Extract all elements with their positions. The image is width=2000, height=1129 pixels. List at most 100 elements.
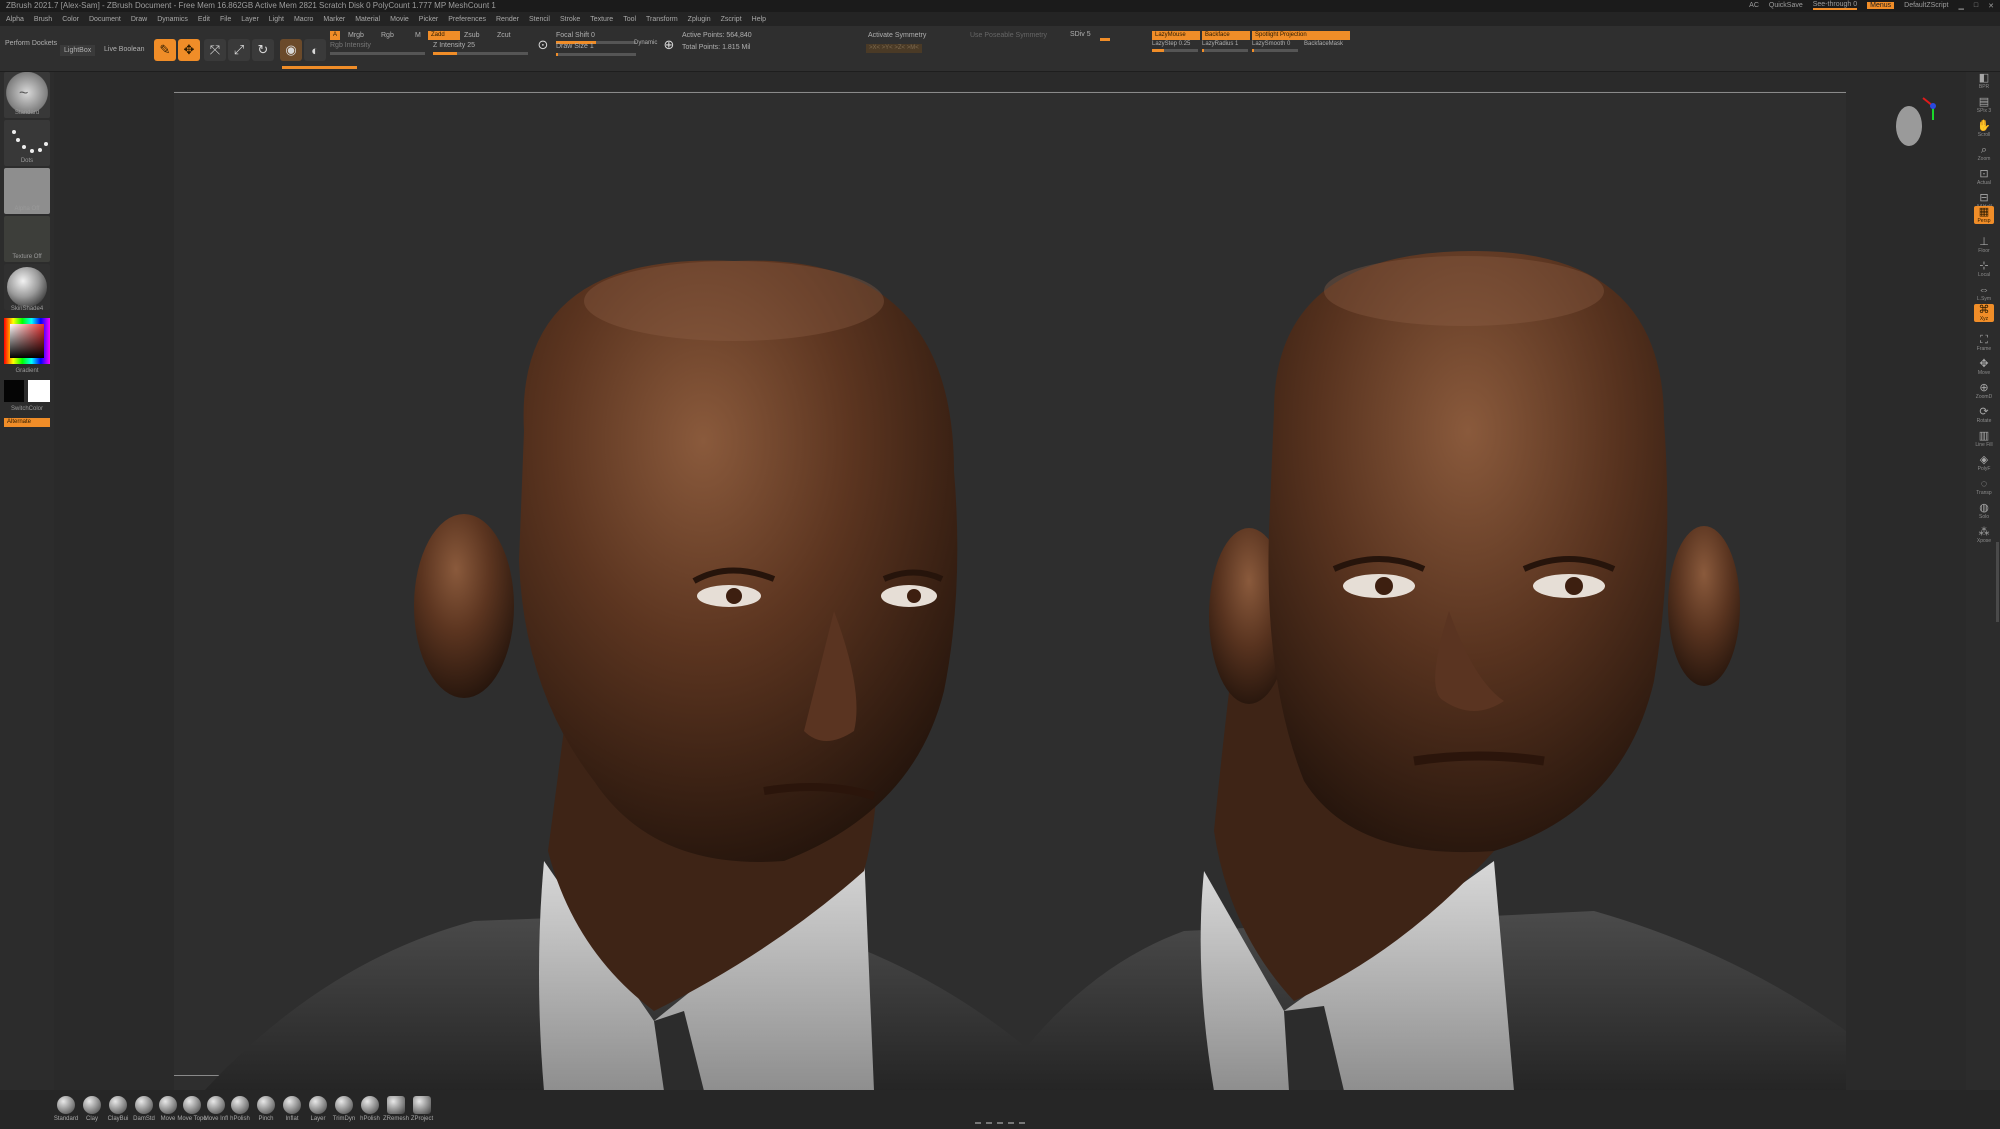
xpose-button[interactable]: ⁂ Xpose <box>1974 526 1994 544</box>
menu-zplugin[interactable]: Zplugin <box>688 16 711 23</box>
dynamic-toggle[interactable]: Dynamic <box>634 40 657 46</box>
a-toggle[interactable]: A <box>330 31 341 40</box>
brush-damstandard[interactable]: DamStd <box>132 1096 156 1122</box>
close-icon[interactable]: ✕ <box>1988 2 1994 10</box>
menu-stencil[interactable]: Stencil <box>529 16 550 23</box>
scroll-button[interactable]: ✋ Scroll <box>1974 120 1994 138</box>
z-intensity-slider[interactable]: Z Intensity 25 <box>433 42 475 49</box>
menu-brush[interactable]: Brush <box>34 16 52 23</box>
menus-toggle[interactable]: Menus <box>1867 2 1895 9</box>
brush-clay[interactable]: Clay <box>80 1096 104 1122</box>
right-shelf-scrollbar[interactable] <box>1996 542 1999 622</box>
rgb-toggle[interactable]: Rgb <box>381 32 394 39</box>
backface-toggle[interactable]: Backface <box>1202 31 1250 40</box>
maximize-icon[interactable]: □ <box>1974 2 1978 9</box>
lazysmooth-track[interactable] <box>1252 49 1298 52</box>
transp-button[interactable]: ◌ Transp <box>1974 478 1994 496</box>
menu-marker[interactable]: Marker <box>323 16 345 23</box>
brush-hpolish-2[interactable]: hPolish <box>358 1096 382 1122</box>
menu-tool[interactable]: Tool <box>623 16 636 23</box>
solo-button[interactable]: ◍ Solo <box>1974 502 1994 520</box>
menu-draw[interactable]: Draw <box>131 16 147 23</box>
move-view-button[interactable]: ✥ Move <box>1974 358 1994 376</box>
menu-dynamics[interactable]: Dynamics <box>157 16 188 23</box>
rotate-view-button[interactable]: ⟳ Rotate <box>1974 406 1994 424</box>
z-intensity-track[interactable] <box>433 52 528 55</box>
menu-layer[interactable]: Layer <box>241 16 259 23</box>
lazysmooth-slider[interactable]: LazySmooth 0 <box>1252 41 1290 47</box>
floor-button[interactable]: ⊥ Floor <box>1974 236 1994 254</box>
menu-zscript[interactable]: Zscript <box>721 16 742 23</box>
switch-color-label[interactable]: SwitchColor <box>2 406 52 412</box>
material-picker[interactable] <box>4 264 50 310</box>
sdiv-track[interactable] <box>1100 38 1110 41</box>
backface-mask-toggle[interactable]: BackfaceMask <box>1304 41 1343 47</box>
xyz-button[interactable]: ⌘ Xyz <box>1974 304 1994 322</box>
menu-file[interactable]: File <box>220 16 231 23</box>
brush-move-infinite[interactable]: Move Infl <box>204 1096 228 1122</box>
edit-mode-button[interactable]: ✎ <box>154 39 176 61</box>
menu-movie[interactable]: Movie <box>390 16 409 23</box>
color-square[interactable] <box>10 324 44 358</box>
head-front-view[interactable] <box>994 251 1846 1091</box>
document-canvas[interactable] <box>174 91 1846 1091</box>
menu-color[interactable]: Color <box>62 16 79 23</box>
menu-render[interactable]: Render <box>496 16 519 23</box>
menu-help[interactable]: Help <box>752 16 766 23</box>
brush-trimdynamic[interactable]: TrimDyn <box>332 1096 356 1122</box>
sdiv-readout[interactable]: SDiv 5 <box>1070 31 1091 38</box>
rgb-intensity-track[interactable] <box>330 52 425 55</box>
lsym-button[interactable]: ⇔ L.Sym <box>1974 284 1994 302</box>
bottom-shelf-handle[interactable] <box>975 1122 1025 1125</box>
rotate-mode-button[interactable]: ↻ <box>252 39 274 61</box>
focal-shift-slider[interactable]: Focal Shift 0 <box>556 32 595 39</box>
zsub-toggle[interactable]: Zsub <box>464 32 480 39</box>
symmetry-axis-buttons[interactable]: >X< >Y< >Z< >M< <box>866 44 922 53</box>
menu-picker[interactable]: Picker <box>419 16 438 23</box>
menu-alpha[interactable]: Alpha <box>6 16 24 23</box>
brush-move-topological[interactable]: Move Topo <box>177 1096 207 1122</box>
brush-inflate[interactable]: Inflat <box>280 1096 304 1122</box>
zoom-button[interactable]: ⌕ Zoom <box>1974 144 1994 162</box>
lazymouse-toggle[interactable]: LazyMouse <box>1152 31 1200 40</box>
line-fill-button[interactable]: ▥ Line Fill <box>1974 430 1994 448</box>
menu-light[interactable]: Light <box>269 16 284 23</box>
radial-symmetry-button[interactable]: Use Poseable Symmetry <box>970 32 1047 39</box>
navigation-gizmo[interactable] <box>1885 88 1945 158</box>
move-mode-button[interactable]: ⤧ <box>204 39 226 61</box>
zoomd-button[interactable]: ⊕ ZoomD <box>1974 382 1994 400</box>
default-zscript-button[interactable]: DefaultZScript <box>1904 2 1948 9</box>
persp-button[interactable]: ▦ Persp <box>1974 206 1994 224</box>
brush-zremesher[interactable]: ZRemesh <box>383 1096 409 1122</box>
menu-macro[interactable]: Macro <box>294 16 313 23</box>
brush-zproject[interactable]: ZProject <box>410 1096 434 1122</box>
sculptris-pro-button[interactable]: ◉ <box>280 39 302 61</box>
brush-hpolish[interactable]: hPolish <box>228 1096 252 1122</box>
gizmo-button[interactable]: ◐ <box>304 39 326 61</box>
menu-preferences[interactable]: Preferences <box>448 16 486 23</box>
head-three-quarter-view[interactable] <box>204 260 1074 1091</box>
rgb-intensity-slider[interactable]: Rgb Intensity <box>330 42 371 49</box>
lazyradius-track[interactable] <box>1202 49 1248 52</box>
draw-mode-button[interactable]: ✥ <box>178 39 200 61</box>
ac-toggle[interactable]: AC <box>1749 2 1759 9</box>
lightbox-button[interactable]: LightBox <box>60 45 96 56</box>
bpr-button[interactable]: ◧ BPR <box>1974 72 1994 90</box>
menu-edit[interactable]: Edit <box>198 16 210 23</box>
minimize-icon[interactable]: ▁ <box>1959 2 1964 10</box>
activate-symmetry-button[interactable]: Activate Symmetry <box>868 32 926 39</box>
spix-button[interactable]: ▤ SPix 3 <box>1974 96 1994 114</box>
lazystep-slider[interactable]: LazyStep 0.25 <box>1152 41 1190 47</box>
menu-stroke[interactable]: Stroke <box>560 16 580 23</box>
menu-material[interactable]: Material <box>355 16 380 23</box>
lazystep-track[interactable] <box>1152 49 1198 52</box>
main-color-swatch[interactable] <box>28 380 50 402</box>
zcut-toggle[interactable]: Zcut <box>497 32 511 39</box>
menu-texture[interactable]: Texture <box>590 16 613 23</box>
brush-pinch[interactable]: Pinch <box>254 1096 278 1122</box>
points-icon-button[interactable]: ⊕ <box>658 34 680 56</box>
frame-button[interactable]: ⛶ Frame <box>1974 334 1994 352</box>
secondary-color-swatch[interactable] <box>4 380 24 402</box>
actual-button[interactable]: ⊡ Actual <box>1974 168 1994 186</box>
color-picker[interactable] <box>4 318 50 364</box>
